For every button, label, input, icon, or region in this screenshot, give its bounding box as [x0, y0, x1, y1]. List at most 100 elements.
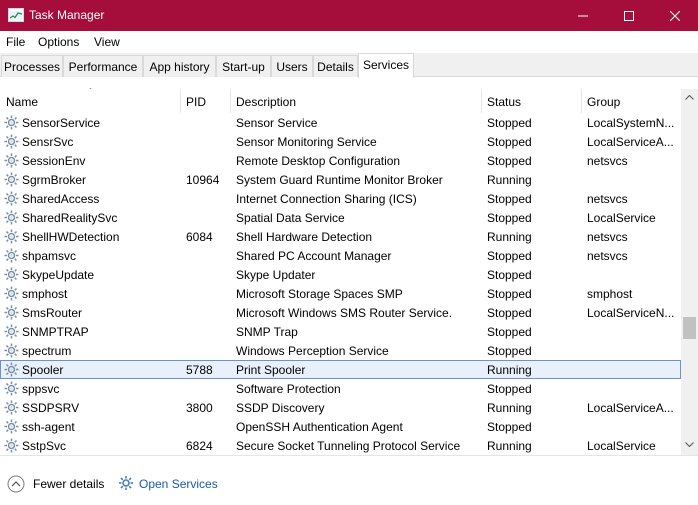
- menu-options[interactable]: Options: [38, 35, 79, 49]
- service-row[interactable]: spectrum Windows Perception Service Stoppe…: [0, 341, 681, 360]
- service-group: netsvcs: [587, 192, 628, 206]
- service-group: LocalService: [587, 211, 656, 225]
- service-row[interactable]: Spooler 5788 Print Spooler Running: [0, 360, 681, 379]
- service-description: Skype Updater: [236, 268, 316, 282]
- minimize-icon: [578, 15, 588, 16]
- task-manager-icon: [8, 8, 24, 22]
- service-gear-icon: [4, 305, 19, 320]
- service-gear-icon: [4, 229, 19, 244]
- service-gear-icon: [4, 134, 19, 149]
- maximize-button[interactable]: [606, 0, 652, 31]
- service-row[interactable]: SharedRealitySvc Spatial Data Service Stop…: [0, 208, 681, 227]
- service-gear-icon: [4, 153, 19, 168]
- service-description: OpenSSH Authentication Agent: [236, 420, 403, 434]
- menu-view[interactable]: View: [94, 35, 120, 49]
- service-status: Running: [487, 363, 532, 377]
- service-group: netsvcs: [587, 230, 628, 244]
- service-row[interactable]: SharedAccess Internet Connection Sharing …: [0, 189, 681, 208]
- service-row[interactable]: sppsvc Software Protection Stopped: [0, 379, 681, 398]
- service-row[interactable]: SmsRouter Microsoft Windows SMS Router Se…: [0, 303, 681, 322]
- fewer-details-button[interactable]: Fewer details: [33, 477, 104, 491]
- minimize-button[interactable]: [560, 0, 606, 31]
- service-description: SNMP Trap: [236, 325, 298, 339]
- tab-details[interactable]: Details: [313, 55, 358, 77]
- column-header-pid[interactable]: PID: [180, 89, 230, 113]
- menu-file[interactable]: File: [6, 35, 25, 49]
- service-pid: 10964: [186, 173, 220, 187]
- footer-bar: Fewer details Open Services: [0, 455, 698, 505]
- vertical-scrollbar[interactable]: [681, 89, 698, 455]
- title-bar[interactable]: Task Manager: [0, 0, 698, 31]
- service-description: SSDP Discovery: [236, 401, 325, 415]
- service-row[interactable]: SgrmBroker 10964 System Guard Runtime Moni…: [0, 170, 681, 189]
- tab-services[interactable]: Services: [358, 53, 414, 78]
- scroll-up-arrow-icon[interactable]: [685, 95, 694, 100]
- service-description: Software Protection: [236, 382, 341, 396]
- scrollbar-thumb[interactable]: [683, 317, 696, 339]
- service-name: SNMPTRAP: [22, 325, 89, 339]
- service-status: Running: [487, 230, 532, 244]
- close-button[interactable]: [652, 0, 698, 31]
- service-status: Stopped: [487, 420, 532, 434]
- scroll-down-arrow-icon[interactable]: [685, 442, 694, 447]
- service-name: spectrum: [22, 344, 72, 358]
- service-gear-icon: [4, 438, 19, 453]
- service-row[interactable]: smphost Microsoft Storage Spaces SMP Stopp…: [0, 284, 681, 303]
- window-title: Task Manager: [29, 8, 105, 22]
- service-group: LocalServiceA...: [587, 401, 674, 415]
- service-row[interactable]: SensorService Sensor Service Stopped LocalS…: [0, 113, 681, 132]
- tab-users[interactable]: Users: [271, 55, 313, 77]
- service-status: Stopped: [487, 382, 532, 396]
- service-name: shpamsvc: [22, 249, 77, 263]
- close-icon: [670, 10, 680, 21]
- service-gear-icon: [4, 267, 19, 282]
- service-row[interactable]: SkypeUpdate Skype Updater Stopped: [0, 265, 681, 284]
- service-status: Stopped: [487, 325, 532, 339]
- collapse-chevron-icon[interactable]: [7, 475, 25, 493]
- service-status: Stopped: [487, 306, 532, 320]
- service-row[interactable]: SNMPTRAP SNMP Trap Stopped: [0, 322, 681, 341]
- service-group: netsvcs: [587, 249, 628, 263]
- services-list[interactable]: SensorService Sensor Service Stopped LocalS…: [0, 113, 681, 455]
- tab-start-up[interactable]: Start-up: [216, 55, 271, 77]
- open-services-link[interactable]: Open Services: [139, 477, 218, 491]
- services-gear-icon[interactable]: [118, 475, 134, 491]
- column-header-row: Name PID Description Status Group: [0, 89, 681, 113]
- tab-processes[interactable]: Processes: [1, 55, 63, 77]
- service-gear-icon: [4, 172, 19, 187]
- service-gear-icon: [4, 400, 19, 415]
- service-row[interactable]: SstpSvc 6824 Secure Socket Tunneling Proto…: [0, 436, 681, 455]
- service-description: Shell Hardware Detection: [236, 230, 373, 244]
- service-group: smphost: [587, 287, 633, 301]
- service-description: Print Spooler: [236, 363, 306, 377]
- service-row[interactable]: ShellHWDetection 6084 Shell Hardware Detec…: [0, 227, 681, 246]
- service-row[interactable]: SSDPSRV 3800 SSDP Discovery Running LocalSer…: [0, 398, 681, 417]
- service-status: Stopped: [487, 344, 532, 358]
- service-status: Stopped: [487, 154, 532, 168]
- column-header-description[interactable]: Description: [230, 89, 481, 113]
- service-status: Stopped: [487, 116, 532, 130]
- service-row[interactable]: SessionEnv Remote Desktop Configuration St…: [0, 151, 681, 170]
- tab-performance[interactable]: Performance: [63, 55, 143, 77]
- service-name: smphost: [22, 287, 68, 301]
- maximize-icon: [624, 10, 634, 21]
- service-row[interactable]: shpamsvc Shared PC Account Manager Stopped…: [0, 246, 681, 265]
- tab-app-history[interactable]: App history: [143, 55, 216, 77]
- service-status: Running: [487, 401, 532, 415]
- service-status: Stopped: [487, 287, 532, 301]
- service-row[interactable]: SensrSvc Sensor Monitoring Service Stopped…: [0, 132, 681, 151]
- service-status: Running: [487, 173, 532, 187]
- service-description: Windows Perception Service: [236, 344, 389, 358]
- service-group: LocalSystemN...: [587, 116, 675, 130]
- column-header-name[interactable]: Name: [0, 89, 180, 113]
- service-name: ShellHWDetection: [22, 230, 120, 244]
- column-header-status[interactable]: Status: [481, 89, 581, 113]
- service-name: SSDPSRV: [22, 401, 80, 415]
- service-description: Sensor Service: [236, 116, 318, 130]
- service-name: SharedAccess: [22, 192, 100, 206]
- service-gear-icon: [4, 286, 19, 301]
- column-header-group[interactable]: Group: [581, 89, 681, 113]
- service-description: Shared PC Account Manager: [236, 249, 392, 263]
- service-status: Stopped: [487, 249, 532, 263]
- service-row[interactable]: ssh-agent OpenSSH Authentication Agent Sto…: [0, 417, 681, 436]
